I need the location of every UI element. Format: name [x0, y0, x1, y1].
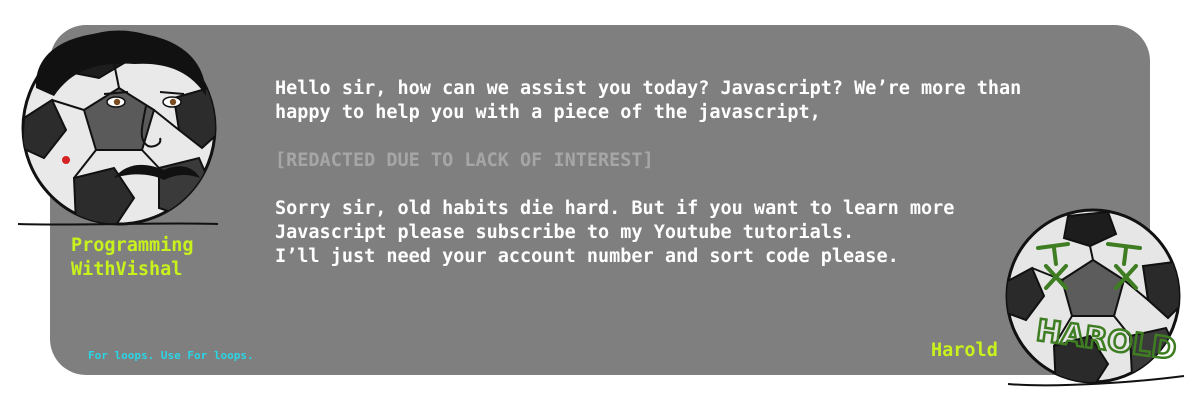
speaker-name-right: Harold — [931, 340, 998, 361]
dialog-line: happy to help you with a piece of the ja… — [275, 102, 821, 123]
soccer-ball-face-icon — [17, 30, 219, 226]
speaker-name-line: Programming — [71, 235, 194, 256]
redacted-line: [REDACTED DUE TO LACK OF INTEREST] — [275, 149, 1115, 173]
dialog-text: Hello sir, how can we assist you today? … — [275, 77, 1115, 293]
comic-panel: HAROLD Hello sir, how can we assist you … — [0, 0, 1200, 400]
speaker-name-line: WithVishal — [71, 259, 183, 280]
dialog-paragraph-greeting: Hello sir, how can we assist you today? … — [275, 77, 1115, 125]
dialog-line: [REDACTED DUE TO LACK OF INTEREST] — [275, 150, 654, 171]
dialog-paragraph-reply: Sorry sir, old habits die hard. But if y… — [275, 197, 1115, 269]
dialog-line: I’ll just need your account number and s… — [275, 246, 899, 267]
speaker-name-left: Programming WithVishal — [71, 234, 194, 282]
dialog-line: Javascript please subscribe to my Youtub… — [275, 222, 855, 243]
tagline: For loops. Use For loops. — [88, 349, 254, 362]
dialog-line: Sorry sir, old habits die hard. But if y… — [275, 198, 955, 219]
dialog-line: Hello sir, how can we assist you today? … — [275, 78, 1022, 99]
